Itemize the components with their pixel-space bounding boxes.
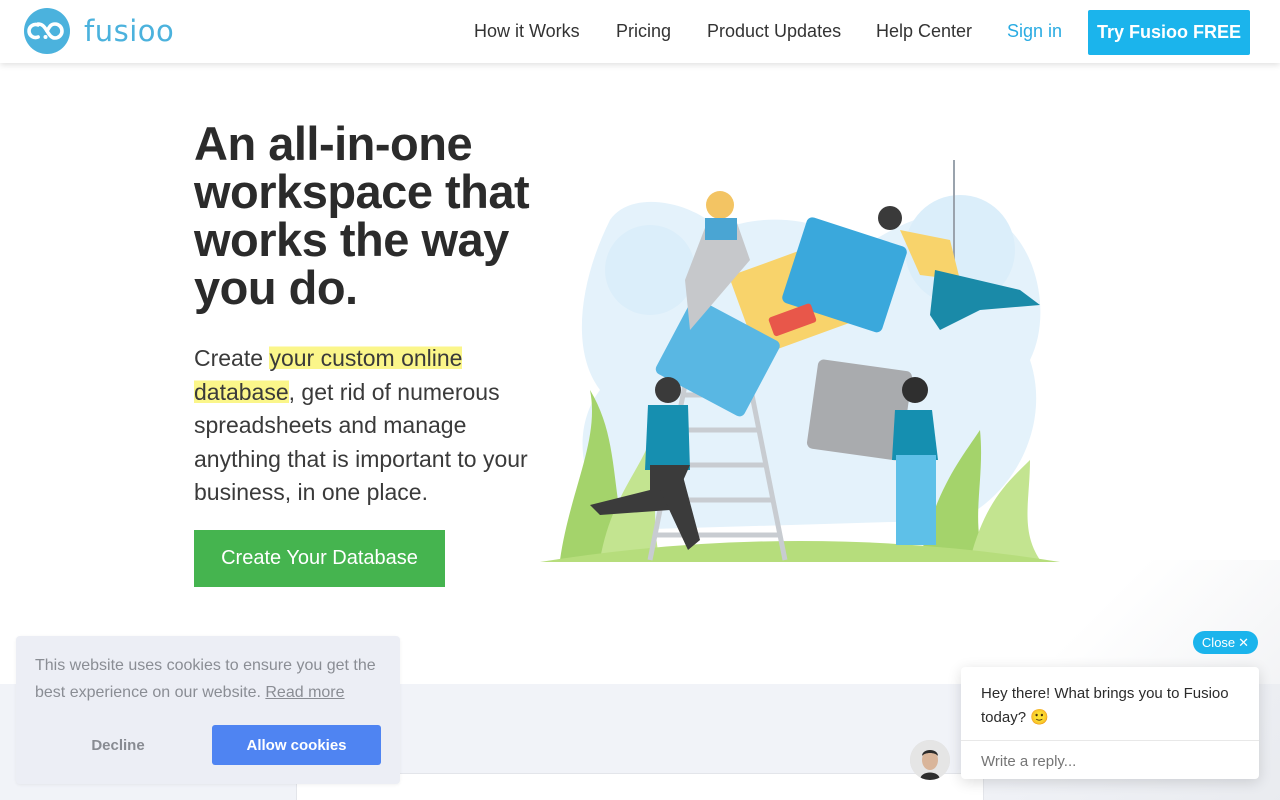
hero-subtitle-prefix: Create xyxy=(194,345,270,371)
nav-help-center[interactable]: Help Center xyxy=(876,21,972,42)
sign-in-link[interactable]: Sign in xyxy=(1007,21,1062,42)
hero-subtitle: Create your custom online database, get … xyxy=(194,342,534,510)
chat-message: Hey there! What brings you to Fusioo tod… xyxy=(981,685,1229,726)
site-header: fusioo How it Works Pricing Product Upda… xyxy=(0,0,1280,63)
chat-close-label: Close xyxy=(1201,635,1236,650)
nav-product-updates[interactable]: Product Updates xyxy=(707,21,841,42)
logo-text: fusioo xyxy=(84,14,175,48)
chat-close-button[interactable]: Close ✕ xyxy=(1193,631,1258,654)
cookie-allow-button[interactable]: Allow cookies xyxy=(212,725,381,765)
avatar-icon xyxy=(910,740,950,780)
chat-widget: Hey there! What brings you to Fusioo tod… xyxy=(961,667,1259,779)
puzzle-team-illustration xyxy=(540,160,1060,562)
logo-mark-icon xyxy=(24,8,70,54)
try-free-button[interactable]: Try Fusioo FREE xyxy=(1088,10,1250,55)
cookie-text: This website uses cookies to ensure you … xyxy=(35,652,385,706)
chat-divider xyxy=(961,740,1259,741)
hero-title: An all-in-one workspace that works the w… xyxy=(194,117,530,314)
nav-pricing[interactable]: Pricing xyxy=(616,21,671,42)
agent-avatar[interactable] xyxy=(910,740,950,780)
close-icon: ✕ xyxy=(1238,634,1250,650)
nav-how-it-works[interactable]: How it Works xyxy=(474,21,580,42)
cookie-banner: This website uses cookies to ensure you … xyxy=(16,636,400,784)
chat-reply-input[interactable] xyxy=(981,751,1241,771)
create-database-button[interactable]: Create Your Database xyxy=(194,530,445,587)
fusioo-logo[interactable]: fusioo xyxy=(24,8,174,54)
cookie-decline-button[interactable]: Decline xyxy=(48,725,188,765)
cookie-read-more-link[interactable]: Read more xyxy=(265,684,344,701)
